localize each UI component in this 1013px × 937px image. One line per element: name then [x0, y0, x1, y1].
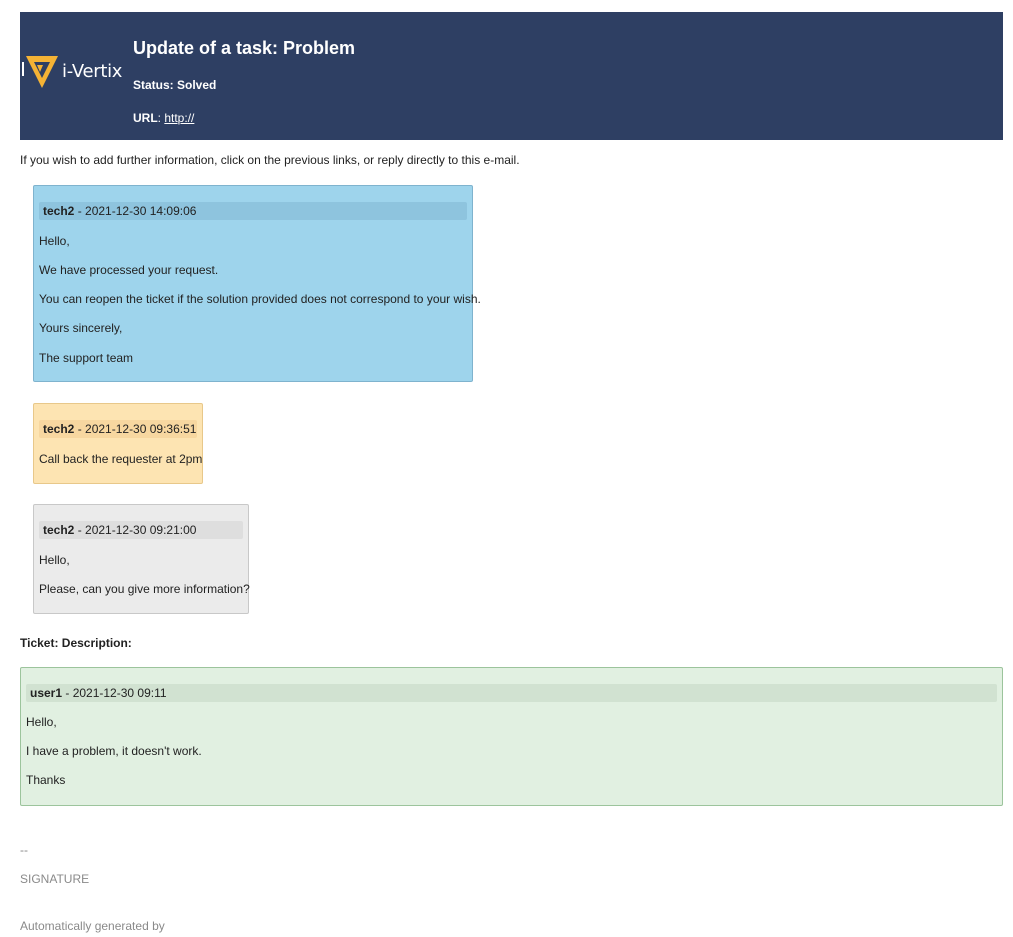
email-header: i-Vertix Update of a task: Problem Statu…: [20, 12, 1003, 140]
followup-date: - 2021-12-30 09:21:00: [74, 523, 197, 537]
followup-line: You can reopen the ticket if the solutio…: [39, 292, 481, 306]
description-line: Hello,: [26, 715, 57, 729]
description-meta: user1 - 2021-12-30 09:11: [26, 684, 997, 702]
logo-text: i-Vertix: [62, 61, 123, 82]
intro-text: If you wish to add further information, …: [20, 153, 520, 167]
description-title: Ticket: Description:: [20, 636, 132, 650]
followup-card: tech2 - 2021-12-30 14:09:06 Hello, We ha…: [33, 185, 481, 382]
ticket-url-link[interactable]: http://: [164, 111, 194, 125]
description-card: user1 - 2021-12-30 09:11 Hello, I have a…: [20, 667, 1003, 806]
generated-by: Automatically generated by: [20, 919, 165, 933]
email-title: Update of a task: Problem: [133, 38, 356, 58]
ticket-url-line: URL: http://: [133, 111, 194, 125]
followup-author: tech2: [43, 204, 75, 218]
signature: SIGNATURE: [20, 872, 90, 886]
followup-line: We have processed your request.: [39, 263, 219, 277]
task-card: tech2 - 2021-12-30 09:36:51 Call back th…: [33, 403, 203, 484]
ticket-status: Status: Solved: [133, 78, 217, 92]
i-vertix-logo-icon: [22, 56, 58, 88]
task-author: tech2: [43, 422, 75, 436]
description-author: user1: [30, 686, 63, 700]
followup-line: The support team: [39, 351, 134, 365]
followup-meta: tech2 - 2021-12-30 14:09:06: [39, 202, 467, 220]
description-line: I have a problem, it doesn't work.: [26, 744, 202, 758]
task-line: Call back the requester at 2pm: [39, 452, 203, 466]
description-line: Thanks: [26, 773, 66, 787]
followup-meta: tech2 - 2021-12-30 09:21:00: [39, 521, 243, 539]
task-meta: tech2 - 2021-12-30 09:36:51: [39, 420, 197, 438]
followup-card: tech2 - 2021-12-30 09:21:00 Hello, Pleas…: [33, 504, 250, 614]
task-date: - 2021-12-30 09:36:51: [74, 422, 197, 436]
signature-separator: --: [20, 843, 28, 857]
followup-line: Yours sincerely,: [39, 321, 123, 335]
url-label: URL: [133, 111, 158, 125]
i-vertix-logo: i-Vertix: [22, 52, 126, 92]
followup-line: Please, can you give more information?: [39, 582, 250, 596]
followup-line: Hello,: [39, 553, 70, 567]
followup-date: - 2021-12-30 14:09:06: [74, 204, 197, 218]
followup-author: tech2: [43, 523, 75, 537]
description-date: - 2021-12-30 09:11: [62, 686, 167, 700]
followup-line: Hello,: [39, 234, 70, 248]
